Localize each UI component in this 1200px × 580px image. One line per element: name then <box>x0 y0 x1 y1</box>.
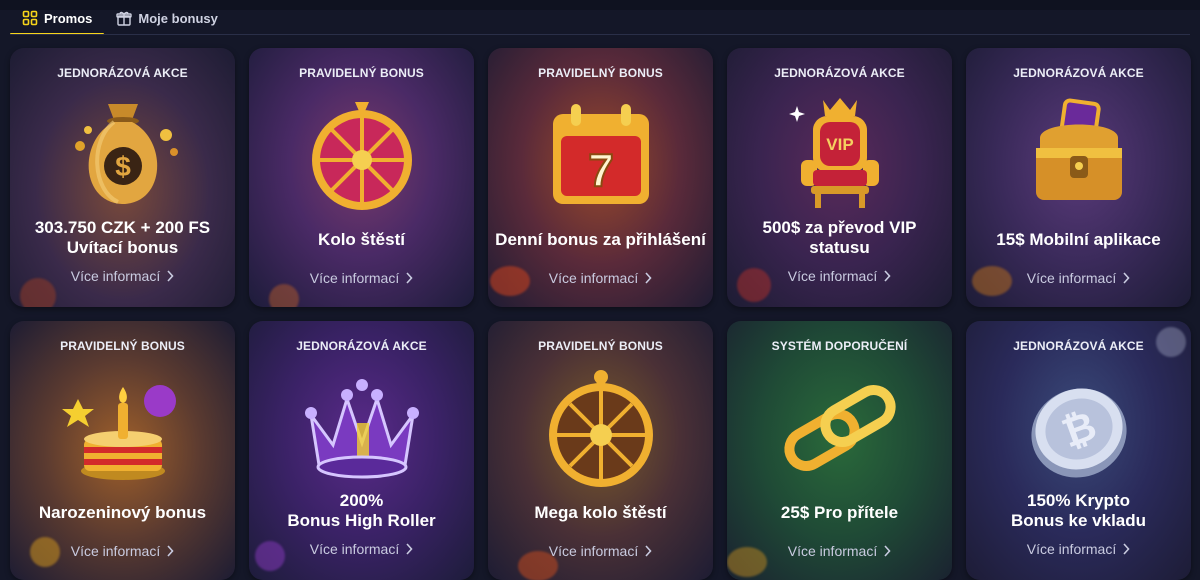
promo-title: Denní bonus za přihlášení <box>495 230 706 249</box>
more-info-label: Více informací <box>1026 541 1117 557</box>
promo-title: 150% Krypto Bonus ke vkladu <box>1010 491 1147 530</box>
promo-category: JEDNORÁZOVÁ AKCE <box>1013 66 1144 80</box>
promo-card-crypto-deposit[interactable]: JEDNORÁZOVÁ AKCE ₿ 150% Krypto Bonus ke … <box>966 321 1191 580</box>
promo-card-wheel-of-fortune[interactable]: PRAVIDELNÝ BONUS Kolo štěstí Více inform… <box>249 48 474 307</box>
chain-link-icon <box>783 385 896 471</box>
promo-card-daily-login[interactable]: PRAVIDELNÝ BONUS 7 Denní bonus za přihlá… <box>488 48 713 307</box>
promo-category: JEDNORÁZOVÁ AKCE <box>57 66 188 80</box>
more-info-link[interactable]: Více informací <box>488 270 713 286</box>
promo-title: Mega kolo štěstí <box>534 503 667 522</box>
chevron-right-icon <box>1123 543 1130 555</box>
promo-category: SYSTÉM DOPORUČENÍ <box>771 339 908 353</box>
chevron-right-icon <box>884 545 891 557</box>
more-info-link[interactable]: Více informací <box>249 270 474 286</box>
more-info-label: Více informací <box>309 541 400 557</box>
more-info-link[interactable]: Více informací <box>488 543 713 559</box>
more-info-label: Více informací <box>309 270 400 286</box>
promo-category: JEDNORÁZOVÁ AKCE <box>296 339 427 353</box>
grid-icon <box>22 10 38 26</box>
more-info-link[interactable]: Více informací <box>966 541 1191 557</box>
more-info-link[interactable]: Více informací <box>10 543 235 559</box>
tab-divider <box>10 34 1190 35</box>
promo-title: 500$ za převod VIP statusu <box>762 218 917 257</box>
chevron-right-icon <box>167 545 174 557</box>
more-info-link[interactable]: Více informací <box>727 268 952 284</box>
fortune-wheel-icon <box>311 102 412 210</box>
more-info-label: Více informací <box>1026 270 1117 286</box>
promo-grid: JEDNORÁZOVÁ AKCE $ 303.750 CZK + 200 FS … <box>10 48 1191 580</box>
promo-title: Narozeninový bonus <box>38 503 207 522</box>
promo-title: Kolo štěstí <box>318 230 405 249</box>
promo-title: 200% Bonus High Roller <box>287 491 436 530</box>
promo-card-referral[interactable]: SYSTÉM DOPORUČENÍ 25$ Pro přítele Více i… <box>727 321 952 580</box>
promo-title: 25$ Pro přítele <box>780 503 899 522</box>
more-info-label: Více informací <box>70 268 161 284</box>
more-info-label: Více informací <box>787 268 878 284</box>
more-info-link[interactable]: Více informací <box>727 543 952 559</box>
promo-category: PRAVIDELNÝ BONUS <box>299 66 424 80</box>
promo-card-birthday[interactable]: PRAVIDELNÝ BONUS Narozeninový bonus Více… <box>10 321 235 580</box>
promo-category: JEDNORÁZOVÁ AKCE <box>1013 339 1144 353</box>
promo-title: 15$ Mobilní aplikace <box>996 230 1161 249</box>
promo-card-high-roller[interactable]: JEDNORÁZOVÁ AKCE 200% Bonus High Roller … <box>249 321 474 580</box>
tab-promos[interactable]: Promos <box>10 0 105 36</box>
treasure-chest-icon <box>1035 98 1122 200</box>
tab-label: Moje bonusy <box>138 10 218 26</box>
more-info-label: Více informací <box>548 270 639 286</box>
promo-card-vip-transfer[interactable]: JEDNORÁZOVÁ AKCE VIP 500$ za převod VIP … <box>727 48 952 307</box>
money-bag-icon: $ <box>74 104 178 204</box>
crown-icon <box>304 379 419 479</box>
more-info-link[interactable]: Více informací <box>10 268 235 284</box>
crypto-coin-icon: ₿ <box>1030 388 1127 478</box>
promo-title: 303.750 CZK + 200 FS Uvítací bonus <box>34 218 211 257</box>
chevron-right-icon <box>406 272 413 284</box>
chevron-right-icon <box>645 272 652 284</box>
more-info-link[interactable]: Více informací <box>966 270 1191 286</box>
promo-card-mega-wheel[interactable]: PRAVIDELNÝ BONUS Mega kolo štěstí Více i… <box>488 321 713 580</box>
chevron-right-icon <box>1123 272 1130 284</box>
calendar-icon: 7 <box>552 104 649 204</box>
more-info-label: Více informací <box>548 543 639 559</box>
svg-text:7: 7 <box>588 144 614 196</box>
tab-my-bonuses[interactable]: Moje bonusy <box>104 0 229 36</box>
more-info-label: Více informací <box>787 543 878 559</box>
tab-label: Promos <box>44 10 93 26</box>
vip-throne-icon: VIP <box>788 98 879 208</box>
promo-category: PRAVIDELNÝ BONUS <box>538 66 663 80</box>
mega-wheel-icon <box>548 370 653 487</box>
promo-category: PRAVIDELNÝ BONUS <box>60 339 185 353</box>
chevron-right-icon <box>645 545 652 557</box>
more-info-label: Více informací <box>70 543 161 559</box>
svg-text:VIP: VIP <box>826 135 853 154</box>
chevron-right-icon <box>884 270 891 282</box>
chevron-right-icon <box>406 543 413 555</box>
promo-category: JEDNORÁZOVÁ AKCE <box>774 66 905 80</box>
gift-icon <box>116 11 133 26</box>
promo-card-mobile-app[interactable]: JEDNORÁZOVÁ AKCE 15$ Mobilní aplikace Ví… <box>966 48 1191 307</box>
svg-text:$: $ <box>115 151 131 182</box>
more-info-link[interactable]: Více informací <box>249 541 474 557</box>
chevron-right-icon <box>167 270 174 282</box>
promo-category: PRAVIDELNÝ BONUS <box>538 339 663 353</box>
birthday-cake-icon <box>61 385 176 480</box>
promo-card-welcome-bonus[interactable]: JEDNORÁZOVÁ AKCE $ 303.750 CZK + 200 FS … <box>10 48 235 307</box>
tab-bar: Promos Moje bonusy <box>0 0 1200 36</box>
